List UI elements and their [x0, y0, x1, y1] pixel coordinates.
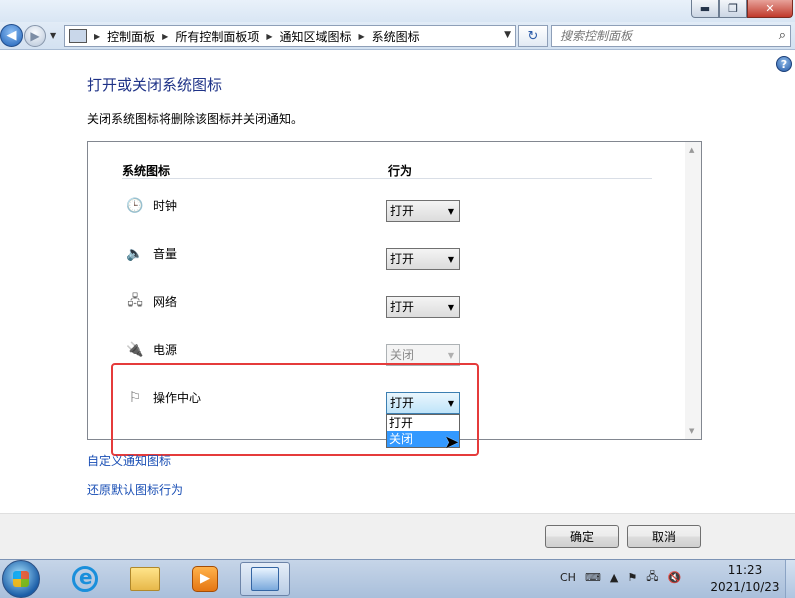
system-icons-list: 系统图标 行为 🕒 时钟 打开 ▼ 🔈 音量 打开 ▼ 🖧 网络 打开 ▼ 🔌 …	[87, 141, 702, 453]
vertical-scrollbar[interactable]: ▲ ▼	[685, 142, 701, 439]
volume-icon: 🔈	[126, 246, 144, 262]
clock-date: 2021/10/23	[710, 580, 780, 594]
row-label-volume: 音量	[153, 247, 178, 261]
dialog-button-bar: 确定 取消	[0, 513, 795, 559]
show-hidden-icons-icon[interactable]: ▲	[610, 571, 618, 584]
select-value: 打开	[390, 300, 415, 314]
row-label-clock: 时钟	[153, 199, 178, 213]
chevron-down-icon: ▼	[447, 255, 454, 264]
taskbar-media-player[interactable]	[180, 562, 230, 596]
breadcrumb-item-system-icons[interactable]: 系统图标	[372, 28, 420, 45]
input-language-indicator[interactable]: CH	[560, 571, 576, 584]
clock-time: 11:23	[727, 563, 763, 577]
search-input[interactable]	[552, 26, 762, 46]
recent-pages-dropdown-icon[interactable]: ▼	[50, 31, 56, 40]
behavior-select-clock[interactable]: 打开 ▼	[386, 200, 460, 222]
taskbar-file-explorer[interactable]	[120, 562, 170, 596]
restore-default-behavior-link[interactable]: 还原默认图标行为	[87, 481, 183, 498]
address-bar[interactable]: ▶ 控制面板 ▶ 所有控制面板项 ▶ 通知区域图标 ▶ 系统图标 ▼	[64, 25, 516, 47]
breadcrumb-separator-icon[interactable]: ▶	[266, 32, 272, 41]
breadcrumb-separator-icon[interactable]: ▶	[359, 32, 365, 41]
show-desktop-button[interactable]	[785, 560, 795, 598]
taskbar-internet-explorer[interactable]	[60, 562, 110, 596]
volume-muted-icon[interactable]: 🔇	[667, 571, 681, 584]
close-button[interactable]: ✕	[747, 0, 793, 18]
address-dropdown-icon[interactable]: ▼	[504, 30, 511, 40]
action-center-flag-icon: ⚐	[128, 390, 142, 406]
header-divider	[122, 178, 652, 179]
back-button[interactable]: ◀	[0, 24, 23, 47]
select-value: 关闭	[390, 348, 415, 362]
page-title: 打开或关闭系统图标	[87, 76, 223, 94]
page-description: 关闭系统图标将删除该图标并关闭通知。	[87, 112, 304, 126]
scroll-up-icon[interactable]: ▲	[689, 146, 694, 154]
select-value: 打开	[390, 252, 415, 266]
row-label-power: 电源	[153, 343, 178, 357]
control-panel-icon	[69, 29, 87, 43]
folder-icon	[130, 567, 160, 591]
row-label-action-center: 操作中心	[153, 391, 202, 405]
breadcrumb: ▶ 控制面板 ▶ 所有控制面板项 ▶ 通知区域图标 ▶ 系统图标	[87, 28, 420, 45]
breadcrumb-item-all-items[interactable]: 所有控制面板项	[175, 28, 259, 45]
taskbar: CH ⌨ ▲ ⚑ 🖧 🔇 11:23 2021/10/23	[0, 559, 795, 598]
internet-explorer-icon	[72, 565, 98, 592]
mouse-cursor-icon: ➤	[444, 432, 460, 453]
ok-button[interactable]: 确定	[545, 525, 619, 548]
column-header-system-icon: 系统图标	[122, 164, 171, 178]
chevron-down-icon: ▼	[447, 303, 454, 312]
keyboard-icon[interactable]: ⌨	[585, 571, 601, 584]
behavior-select-action-center[interactable]: 打开 ▼	[386, 392, 460, 414]
network-error-icon[interactable]: 🖧	[646, 568, 658, 587]
title-bar: ▬ ❐ ✕	[0, 0, 795, 22]
chevron-down-icon: ▼	[447, 351, 454, 360]
behavior-select-volume[interactable]: 打开 ▼	[386, 248, 460, 270]
taskbar-control-panel[interactable]	[240, 562, 290, 596]
forward-button[interactable]: ▶	[24, 25, 46, 47]
dropdown-option-on[interactable]: 打开	[387, 415, 459, 431]
action-center-flag-icon[interactable]: ⚑	[627, 571, 637, 584]
minimize-button[interactable]: ▬	[691, 0, 719, 18]
cancel-button[interactable]: 取消	[627, 525, 701, 548]
breadcrumb-item-notification-icons[interactable]: 通知区域图标	[280, 28, 352, 45]
select-value: 打开	[390, 396, 415, 410]
select-value: 打开	[390, 204, 415, 218]
help-button[interactable]: ?	[776, 56, 792, 72]
windows-logo-icon	[13, 571, 29, 587]
refresh-button[interactable]: ↻	[518, 25, 548, 47]
search-box[interactable]: ⌕	[551, 25, 791, 47]
system-tray: CH ⌨ ▲ ⚑ 🖧 🔇	[560, 568, 690, 587]
chevron-down-icon: ▼	[447, 399, 454, 408]
breadcrumb-separator-icon[interactable]: ▶	[162, 32, 168, 41]
window-controls: ▬ ❐ ✕	[691, 0, 793, 18]
start-button[interactable]	[2, 560, 40, 598]
taskbar-clock[interactable]: 11:23 2021/10/23	[700, 562, 790, 596]
customize-notification-icons-link[interactable]: 自定义通知图标	[87, 452, 171, 469]
breadcrumb-separator-icon[interactable]: ▶	[94, 32, 100, 41]
navigation-bar: ◀ ▶ ▼ ▶ 控制面板 ▶ 所有控制面板项 ▶ 通知区域图标 ▶ 系统图标 ▼…	[0, 22, 795, 50]
maximize-button[interactable]: ❐	[719, 0, 747, 18]
media-player-icon	[192, 566, 218, 592]
row-label-network: 网络	[153, 295, 178, 309]
breadcrumb-item-control-panel[interactable]: 控制面板	[107, 28, 155, 45]
behavior-select-network[interactable]: 打开 ▼	[386, 296, 460, 318]
power-icon: 🔌	[126, 342, 144, 358]
behavior-select-power: 关闭 ▼	[386, 344, 460, 366]
column-header-behavior: 行为	[388, 164, 413, 178]
clock-icon: 🕒	[126, 198, 144, 214]
scroll-down-icon[interactable]: ▼	[689, 427, 694, 435]
search-icon[interactable]: ⌕	[779, 28, 786, 43]
network-icon: 🖧	[127, 293, 143, 309]
chevron-down-icon: ▼	[447, 207, 454, 216]
control-panel-icon	[251, 567, 279, 591]
